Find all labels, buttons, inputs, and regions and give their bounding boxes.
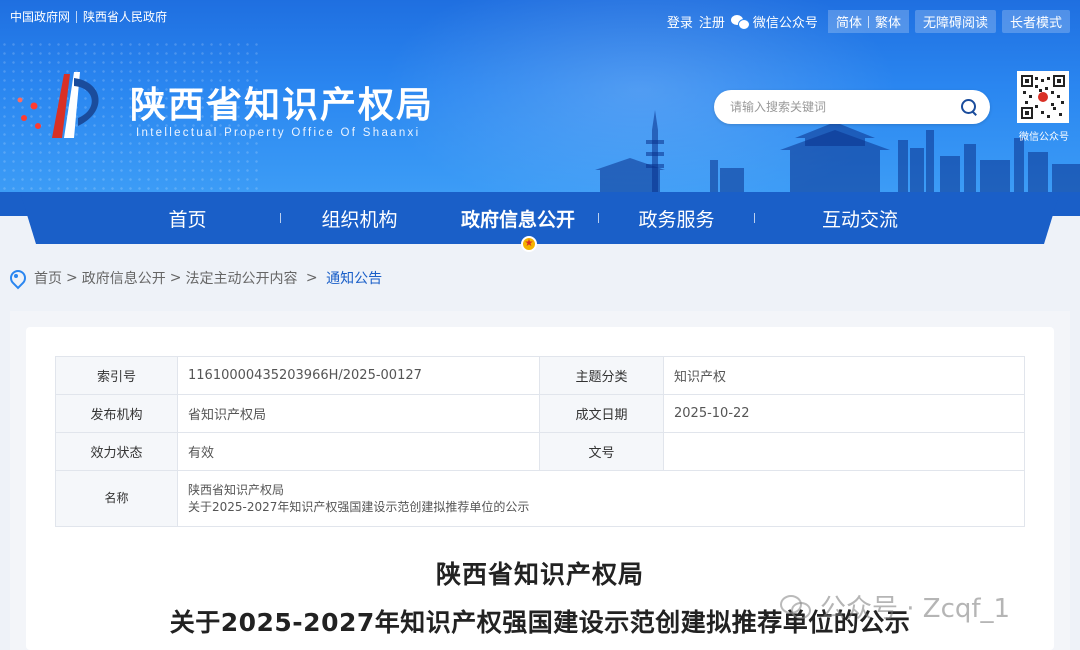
breadcrumb-separator: > (301, 270, 323, 286)
date-value: 2025-10-22 (663, 394, 1025, 433)
accessible-reading-button[interactable]: 无障碍阅读 (914, 10, 996, 33)
top-links: 中国政府网 陕西省人民政府 (10, 8, 167, 25)
nav-organization[interactable]: 组织机构 (281, 205, 438, 232)
docno-value (663, 432, 1025, 471)
wechat-label: 微信公众号 (752, 16, 818, 31)
table-row: 索引号 11610000435203966H/2025-00127 主题分类 知… (55, 356, 1025, 395)
active-nav-star-icon: ★ (521, 236, 537, 252)
table-row: 名称 陕西省知识产权局 关于2025-2027年知识产权强国建设示范创建拟推荐单… (55, 470, 1025, 527)
breadcrumb-gov-info[interactable]: 政府信息公开 (82, 268, 166, 288)
name-label: 名称 (55, 470, 178, 527)
index-value: 11610000435203966H/2025-00127 (177, 356, 540, 395)
search-input[interactable] (730, 100, 960, 114)
breadcrumb-separator: > (66, 270, 78, 286)
simplified-button[interactable]: 简体 (836, 12, 862, 31)
document-title-line-1: 陕西省知识产权局 (435, 560, 644, 589)
publisher-value: 省知识产权局 (177, 394, 540, 433)
login-link[interactable]: 登录 (667, 12, 693, 31)
wechat-link[interactable]: 微信公众号 (730, 12, 818, 31)
wechat-icon (730, 14, 750, 30)
watermark-text: 公众号 · Zcqf_1 (820, 594, 1011, 624)
nav-government-services[interactable]: 政务服务 (599, 205, 754, 232)
status-value: 有效 (177, 432, 540, 471)
site-title: 陕西省知识产权局 (130, 85, 435, 126)
table-row: 发布机构 省知识产权局 成文日期 2025-10-22 (55, 394, 1025, 433)
location-pin-icon (10, 270, 22, 286)
search-icon[interactable] (960, 98, 978, 116)
wechat-watermark-icon (780, 594, 811, 619)
elder-mode-button[interactable]: 长者模式 (1001, 10, 1070, 33)
index-label: 索引号 (55, 356, 178, 395)
date-label: 成文日期 (539, 394, 664, 433)
link-shaanxi-gov[interactable]: 陕西省人民政府 (83, 8, 167, 25)
divider (76, 10, 78, 23)
name-line-2: 关于2025-2027年知识产权强国建设示范创建拟推荐单位的公示 (188, 499, 530, 514)
topic-label: 主题分类 (539, 356, 664, 395)
name-line-1: 陕西省知识产权局 (188, 482, 285, 497)
nav-gov-info-disclosure[interactable]: 政府信息公开 (438, 205, 598, 232)
language-switch: 简体 繁体 (827, 10, 909, 33)
document-meta-table: 索引号 11610000435203966H/2025-00127 主题分类 知… (55, 356, 1025, 527)
status-label: 效力状态 (55, 432, 178, 471)
breadcrumb-home[interactable]: 首页 (34, 268, 62, 288)
register-link[interactable]: 注册 (699, 12, 725, 31)
topic-value: 知识产权 (663, 356, 1025, 395)
traditional-button[interactable]: 繁体 (875, 12, 901, 31)
nav-home[interactable]: 首页 (95, 205, 280, 232)
publisher-label: 发布机构 (55, 394, 178, 433)
qr-code-icon (1017, 71, 1069, 123)
table-row: 效力状态 有效 文号 (55, 432, 1025, 471)
nav-items: 首页 组织机构 政府信息公开 政务服务 互动交流 (95, 192, 975, 244)
link-gov-cn[interactable]: 中国政府网 (10, 8, 70, 25)
docno-label: 文号 (539, 432, 664, 471)
divider (867, 15, 869, 28)
breadcrumb-legal-disclosure[interactable]: 法定主动公开内容 (185, 268, 297, 288)
search-box (714, 90, 990, 124)
breadcrumb-separator: > (169, 270, 182, 286)
breadcrumb-notices[interactable]: 通知公告 (326, 268, 382, 288)
logo-emblem-icon (17, 72, 99, 138)
top-actions: 登录 注册 微信公众号 简体 繁体 无障碍阅读 长者模式 (667, 10, 1070, 33)
site-subtitle: Intellectual Property Office Of Shaanxi (136, 127, 421, 139)
watermark: 公众号 · Zcqf_1 (780, 588, 1010, 625)
breadcrumb: 首页 > 政府信息公开 > 法定主动公开内容 > 通知公告 (10, 268, 382, 288)
qr-caption: 微信公众号 (1019, 132, 1069, 143)
name-value: 陕西省知识产权局 关于2025-2027年知识产权强国建设示范创建拟推荐单位的公… (177, 470, 1025, 527)
nav-interaction[interactable]: 互动交流 (755, 205, 965, 232)
